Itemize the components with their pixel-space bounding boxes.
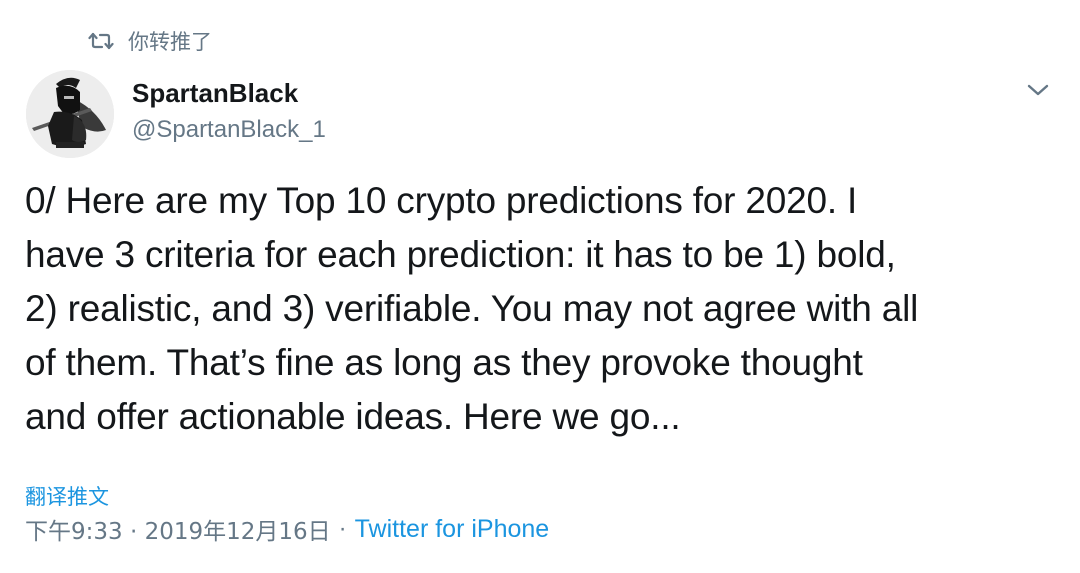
tweet-text-line: 2) realistic, and 3) verifiable. You may… [25, 288, 919, 329]
tweet-source-link[interactable]: Twitter for iPhone [355, 515, 550, 544]
tweet-text-line: of them. That’s fine as long as they pro… [25, 342, 863, 383]
tweet-card: 你转推了 SpartanBlack @SpartanBlack_1 0/ Her… [0, 0, 1080, 573]
user-display-name[interactable]: SpartanBlack [132, 78, 298, 109]
avatar[interactable] [26, 70, 114, 158]
spartan-warrior-avatar-image [26, 70, 114, 158]
user-handle[interactable]: @SpartanBlack_1 [132, 116, 326, 144]
meta-separator: · [338, 515, 347, 542]
retweet-icon [88, 30, 114, 52]
tweet-text: 0/ Here are my Top 10 crypto predictions… [25, 174, 1065, 444]
tweet-metadata: 下午9:33 · 2019年12月16日 · Twitter for iPhon… [25, 512, 549, 546]
tweet-text-line: and offer actionable ideas. Here we go..… [25, 396, 681, 437]
translate-tweet-link[interactable]: 翻译推文 [25, 481, 109, 511]
tweet-text-line: 0/ Here are my Top 10 crypto predictions… [25, 180, 858, 221]
tweet-text-line: have 3 criteria for each prediction: it … [25, 234, 896, 275]
tweet-timestamp[interactable]: 下午9:33 · 2019年12月16日 [25, 512, 331, 546]
chevron-down-icon[interactable] [1024, 78, 1052, 102]
retweet-context: 你转推了 [88, 26, 212, 56]
retweet-label: 你转推了 [128, 30, 212, 54]
